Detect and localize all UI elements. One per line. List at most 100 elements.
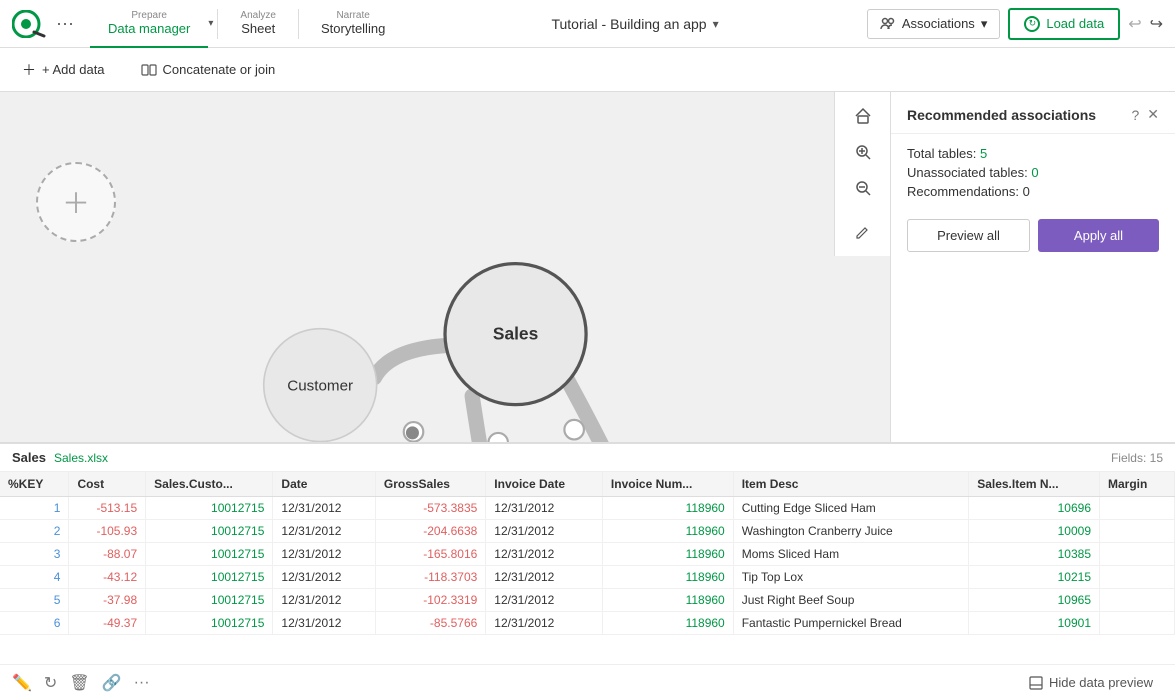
- zoom-in-button[interactable]: [847, 136, 879, 168]
- cell-itemn: 10696: [969, 497, 1100, 520]
- col-header-date: Date: [273, 472, 375, 497]
- col-header-invdate: Invoice Date: [486, 472, 603, 497]
- rec-help-icon[interactable]: ?: [1131, 107, 1139, 123]
- more-table-icon[interactable]: ···: [134, 674, 150, 692]
- home-button[interactable]: [847, 100, 879, 132]
- rec-panel-actions: ? ✕: [1131, 106, 1159, 123]
- undo-icon[interactable]: ↩: [1128, 14, 1141, 34]
- unassociated-tables-stat: Unassociated tables: 0: [907, 165, 1159, 180]
- zoom-out-button[interactable]: [847, 172, 879, 204]
- cell-cust: 10012715: [146, 589, 273, 612]
- cell-invnum: 118960: [602, 543, 733, 566]
- nav-analyze-main: Sheet: [241, 21, 275, 36]
- cell-key: 5: [0, 589, 69, 612]
- top-nav: ··· Prepare Data manager ▾ Analyze Sheet…: [0, 0, 1175, 48]
- cell-gross: -102.3319: [375, 589, 485, 612]
- preview-all-button[interactable]: Preview all: [907, 219, 1030, 252]
- rec-panel-header: Recommended associations ? ✕: [891, 92, 1175, 134]
- edit-mode-button[interactable]: [847, 216, 879, 248]
- qlik-logo: [12, 10, 48, 38]
- col-header-key: %KEY: [0, 472, 69, 497]
- nav-narrate[interactable]: Narrate Storytelling: [303, 0, 403, 48]
- cell-gross: -165.8016: [375, 543, 485, 566]
- cell-invdate: 12/31/2012: [486, 589, 603, 612]
- more-options-icon[interactable]: ···: [56, 13, 74, 34]
- refresh-table-icon[interactable]: ↻: [44, 673, 57, 693]
- add-data-button[interactable]: ＋ + Add data: [12, 54, 115, 86]
- concatenate-label: Concatenate or join: [163, 62, 276, 77]
- nav-analyze-top: Analyze: [240, 10, 276, 21]
- link-table-icon[interactable]: 🔗: [102, 673, 122, 693]
- hide-preview-icon: [1029, 676, 1043, 690]
- cell-margin: [1100, 520, 1175, 543]
- apply-all-button[interactable]: Apply all: [1038, 219, 1159, 252]
- data-table-wrapper: %KEY Cost Sales.Custo... Date GrossSales…: [0, 472, 1175, 664]
- concatenate-icon: [141, 62, 157, 78]
- preview-bottom-icons: ✏️ ↻ 🗑 🔗 ···: [12, 673, 150, 693]
- cell-itemdesc: Moms Sliced Ham: [733, 543, 968, 566]
- cell-invdate: 12/31/2012: [486, 520, 603, 543]
- data-preview-header: Sales Sales.xlsx Fields: 15: [0, 444, 1175, 472]
- redo-icon[interactable]: ↪: [1150, 14, 1163, 34]
- preview-bottom-bar: ✏️ ↻ 🗑 🔗 ··· Hide data preview: [0, 664, 1175, 700]
- col-header-cust: Sales.Custo...: [146, 472, 273, 497]
- cell-invnum: 118960: [602, 566, 733, 589]
- cell-margin: [1100, 566, 1175, 589]
- hide-preview-label: Hide data preview: [1049, 675, 1153, 690]
- table-row: 4 -43.12 10012715 12/31/2012 -118.3703 1…: [0, 566, 1175, 589]
- nav-analyze[interactable]: Analyze Sheet: [222, 0, 294, 48]
- toolbar: ＋ + Add data Concatenate or join: [0, 48, 1175, 92]
- cell-invnum: 118960: [602, 520, 733, 543]
- total-tables-stat: Total tables: 5: [907, 146, 1159, 161]
- table-row: 1 -513.15 10012715 12/31/2012 -573.3835 …: [0, 497, 1175, 520]
- cell-cost: -513.15: [69, 497, 146, 520]
- rec-panel-title: Recommended associations: [907, 107, 1096, 123]
- cell-key: 6: [0, 612, 69, 635]
- concatenate-button[interactable]: Concatenate or join: [131, 56, 286, 84]
- cell-cust: 10012715: [146, 543, 273, 566]
- table-row: 5 -37.98 10012715 12/31/2012 -102.3319 1…: [0, 589, 1175, 612]
- associations-button[interactable]: Associations ▾: [867, 9, 1001, 39]
- app-title: Tutorial - Building an app: [551, 16, 706, 32]
- nav-right: Associations ▾ ↻ Load data ↩ ↪: [867, 8, 1163, 40]
- load-data-icon: ↻: [1024, 16, 1040, 32]
- cell-itemdesc: Tip Top Lox: [733, 566, 968, 589]
- cell-cust: 10012715: [146, 497, 273, 520]
- add-data-label: + Add data: [42, 62, 105, 77]
- cell-cost: -43.12: [69, 566, 146, 589]
- cell-itemdesc: Fantastic Pumpernickel Bread: [733, 612, 968, 635]
- load-data-label: Load data: [1046, 16, 1104, 31]
- data-table: %KEY Cost Sales.Custo... Date GrossSales…: [0, 472, 1175, 635]
- cell-itemn: 10009: [969, 520, 1100, 543]
- load-data-button[interactable]: ↻ Load data: [1008, 8, 1120, 40]
- cell-gross: -118.3703: [375, 566, 485, 589]
- rec-close-icon[interactable]: ✕: [1147, 106, 1159, 123]
- table-body: 1 -513.15 10012715 12/31/2012 -573.3835 …: [0, 497, 1175, 635]
- rec-buttons: Preview all Apply all: [907, 219, 1159, 252]
- cell-itemdesc: Cutting Edge Sliced Ham: [733, 497, 968, 520]
- fields-count-label: Fields: 15: [1111, 451, 1163, 465]
- nav-prepare[interactable]: Prepare Data manager: [90, 0, 208, 48]
- cell-cost: -37.98: [69, 589, 146, 612]
- cell-cost: -105.93: [69, 520, 146, 543]
- cell-itemn: 10385: [969, 543, 1100, 566]
- hide-preview-button[interactable]: Hide data preview: [1019, 671, 1163, 694]
- table-header-row: %KEY Cost Sales.Custo... Date GrossSales…: [0, 472, 1175, 497]
- table-row: 3 -88.07 10012715 12/31/2012 -165.8016 1…: [0, 543, 1175, 566]
- col-header-itemdesc: Item Desc: [733, 472, 968, 497]
- zoom-controls: [834, 92, 890, 256]
- cell-date: 12/31/2012: [273, 543, 375, 566]
- app-title-chevron[interactable]: ▾: [713, 17, 719, 31]
- recommendations-stat: Recommendations: 0: [907, 184, 1159, 199]
- nav-divider-2: [298, 9, 299, 39]
- cell-margin: [1100, 589, 1175, 612]
- cell-gross: -85.5766: [375, 612, 485, 635]
- cell-cost: -88.07: [69, 543, 146, 566]
- cell-gross: -204.6638: [375, 520, 485, 543]
- edit-table-icon[interactable]: ✏️: [12, 673, 32, 693]
- cell-margin: [1100, 543, 1175, 566]
- cell-invdate: 12/31/2012: [486, 543, 603, 566]
- delete-table-icon[interactable]: 🗑: [69, 673, 89, 693]
- cell-invnum: 118960: [602, 589, 733, 612]
- associations-icon: [880, 16, 896, 32]
